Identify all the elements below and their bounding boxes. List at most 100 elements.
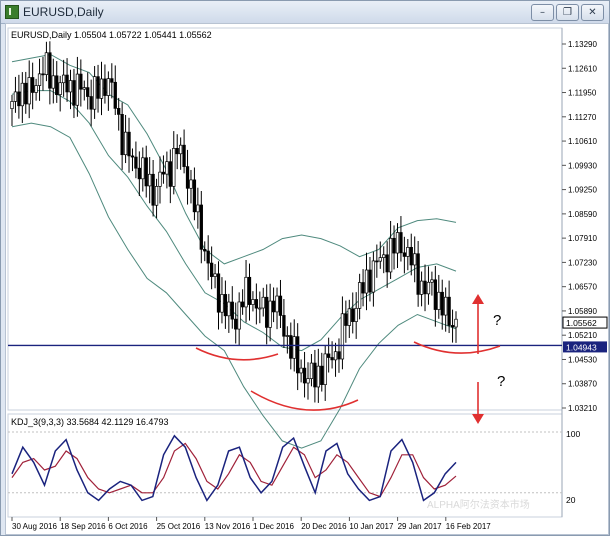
candle-body (447, 296, 451, 326)
close-icon: ✕ (588, 7, 597, 18)
candle-body (230, 301, 234, 320)
candle-body (182, 144, 186, 167)
candle-body (258, 307, 262, 310)
candle-body (278, 295, 283, 316)
chart-canvas[interactable]: EURUSD,Daily 1.05504 1.05722 1.05441 1.0… (6, 24, 608, 534)
time-tick-label: 20 Dec 2016 (301, 522, 347, 531)
candle-body (347, 308, 351, 326)
candle-body (216, 273, 221, 313)
candle-body (92, 76, 97, 110)
candle-body (141, 157, 145, 180)
candle-body (440, 291, 444, 316)
close-button[interactable]: ✕ (581, 4, 604, 21)
candle-body (382, 254, 386, 258)
candle-body (65, 74, 69, 93)
restore-button[interactable]: ❐ (556, 4, 579, 21)
candle-body (206, 250, 210, 264)
candle-body (402, 252, 407, 257)
candle-body (61, 74, 66, 84)
candle-body (127, 131, 131, 157)
candle-body (444, 296, 448, 316)
price-tick-label: 1.09930 (568, 161, 597, 170)
candle-body (99, 78, 104, 99)
candle-body (79, 73, 83, 90)
candle-body (189, 179, 193, 189)
candle-body (333, 351, 338, 361)
candle-body (203, 248, 207, 252)
candle-body (289, 335, 293, 359)
candle-body (306, 378, 310, 384)
candle-body (120, 114, 124, 156)
chart-window: EURUSD,Daily – ❐ ✕ EURUSD,Daily 1.05504 … (0, 0, 610, 536)
candle-body (265, 296, 269, 328)
candle-body (86, 87, 90, 97)
candle-body (302, 367, 307, 384)
time-tick-label: 29 Jan 2017 (398, 522, 443, 531)
candle-body (368, 269, 372, 293)
candle-body (275, 295, 279, 313)
candle-body (55, 75, 59, 95)
candle-body (130, 155, 135, 158)
candle-body (296, 336, 300, 374)
candle-body (10, 101, 14, 109)
candle-body (423, 280, 427, 295)
candle-body (227, 301, 231, 317)
candle-body (27, 77, 31, 105)
candle-body (48, 52, 52, 89)
candle-body (89, 96, 93, 110)
window-titlebar[interactable]: EURUSD,Daily – ❐ ✕ (1, 1, 609, 24)
chart-app-icon (5, 5, 19, 19)
time-tick-label: 25 Oct 2016 (157, 522, 201, 531)
candle-body (320, 365, 324, 385)
watermark-text: ALPHA阿尔法资本市场 (427, 498, 530, 511)
time-tick-label: 13 Nov 2016 (205, 522, 251, 531)
candle-body (282, 315, 286, 337)
candle-body (103, 78, 107, 96)
window-title: EURUSD,Daily (23, 5, 104, 19)
candle-body (117, 108, 121, 115)
price-tick-label: 1.06570 (568, 283, 597, 292)
candle-body (375, 260, 379, 263)
candle-body (409, 247, 413, 266)
price-tick-label: 1.03870 (568, 380, 597, 389)
minimize-button[interactable]: – (531, 4, 554, 21)
candle-body (378, 257, 382, 262)
candle-body (357, 282, 362, 309)
candle-body (292, 336, 296, 359)
candle-body (354, 307, 358, 322)
question-mark-up: ? (493, 312, 501, 329)
candle-body (426, 281, 431, 295)
chart-area[interactable]: EURUSD,Daily 1.05504 1.05722 1.05441 1.0… (5, 23, 609, 535)
candle-body (340, 313, 345, 360)
candle-body (82, 87, 86, 90)
candle-body (185, 166, 190, 189)
time-tick-label: 30 Aug 2016 (12, 522, 57, 531)
candle-body (17, 91, 21, 107)
candle-body (13, 91, 18, 102)
candle-body (361, 282, 365, 294)
candle-body (330, 357, 334, 361)
main-chart-info-label: EURUSD,Daily 1.05504 1.05722 1.05441 1.0… (11, 30, 212, 40)
candle-body (399, 232, 403, 254)
candle-body (344, 313, 348, 326)
price-tick-label: 1.12610 (568, 64, 597, 73)
candle-body (137, 167, 141, 180)
current-price-marker: 1.05562 (562, 316, 608, 329)
candle-body (168, 161, 172, 187)
restore-icon: ❐ (563, 7, 572, 18)
candle-body (213, 273, 217, 277)
price-tick-label: 1.05890 (568, 307, 597, 316)
kdj-indicator-label: KDJ_3(9,3,3) 33.5684 42.1129 16.4793 (11, 417, 168, 427)
candle-body (244, 276, 248, 308)
candle-body (285, 335, 289, 337)
candle-body (134, 156, 138, 169)
time-axis-labels: 30 Aug 2016 18 Sep 2016 6 Oct 2016 25 Oct 2… (11, 517, 491, 531)
candle-body (113, 81, 117, 109)
time-tick-label: 6 Oct 2016 (108, 522, 148, 531)
candle-body (251, 299, 255, 305)
candle-body (24, 82, 28, 105)
candle-body (240, 301, 245, 308)
price-tick-label: 1.07230 (568, 258, 597, 267)
candle-body (106, 78, 111, 96)
candle-body (20, 82, 24, 107)
